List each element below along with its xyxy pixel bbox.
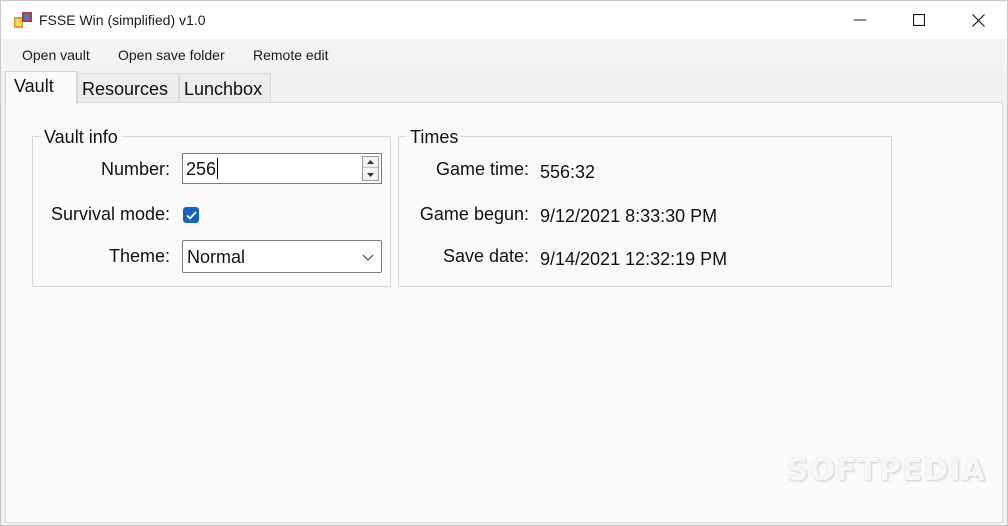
survival-mode-label: Survival mode: [50,204,170,224]
spin-down-button[interactable] [363,169,378,180]
theme-select[interactable]: Normal [182,240,382,273]
game-begun-value: 9/12/2021 8:33:30 PM [540,206,718,226]
theme-value: Normal [187,247,246,267]
number-value[interactable]: 256 [186,159,216,180]
close-button[interactable] [949,1,1007,39]
save-date-value: 9/14/2021 12:32:19 PM [540,249,728,269]
vault-info-title: Vault info [41,128,121,146]
minimize-icon [854,19,866,21]
text-caret [217,158,218,179]
app-window: FSSE Win (simplified) v1.0 Open vault Op… [0,0,1008,526]
chevron-down-icon [362,254,374,261]
menu-remote-edit[interactable]: Remote edit [253,47,328,63]
spin-up-button[interactable] [363,157,378,168]
menu-bar: Open vault Open save folder Remote edit [1,39,1007,71]
app-icon [14,12,32,28]
number-stepper[interactable]: 256 [182,153,382,184]
game-time-label: Game time: [435,159,529,179]
title-bar[interactable]: FSSE Win (simplified) v1.0 [1,1,1007,39]
close-icon [971,13,985,27]
spin-down-icon [367,172,374,177]
menu-open-save-folder[interactable]: Open save folder [118,47,225,63]
tab-lunchbox[interactable]: Lunchbox [179,73,271,104]
tab-resources[interactable]: Resources [77,73,179,104]
save-date-label: Save date: [442,246,529,266]
survival-mode-checkbox[interactable] [183,207,199,223]
maximize-button[interactable] [890,1,948,39]
vault-info-group: Vault info Number: 256 Survival mode: Th… [32,128,391,287]
spin-buttons [362,156,379,181]
softpedia-watermark: SOFTPEDIA [787,453,986,488]
tab-vault[interactable]: Vault [5,71,77,104]
tab-strip: Vault Resources Lunchbox [1,71,1007,104]
theme-label: Theme: [108,246,170,266]
spin-up-icon [367,160,374,164]
menu-open-vault[interactable]: Open vault [22,47,90,63]
times-title: Times [407,128,462,146]
number-label: Number: [100,159,170,179]
checkmark-icon [185,210,197,220]
window-title: FSSE Win (simplified) v1.0 [39,12,206,28]
maximize-icon [913,14,925,26]
minimize-button[interactable] [831,1,889,39]
times-group: Times Game time: 556:32 Game begun: 9/12… [398,128,892,287]
game-begun-label: Game begun: [419,204,529,224]
game-time-value: 556:32 [540,162,596,182]
